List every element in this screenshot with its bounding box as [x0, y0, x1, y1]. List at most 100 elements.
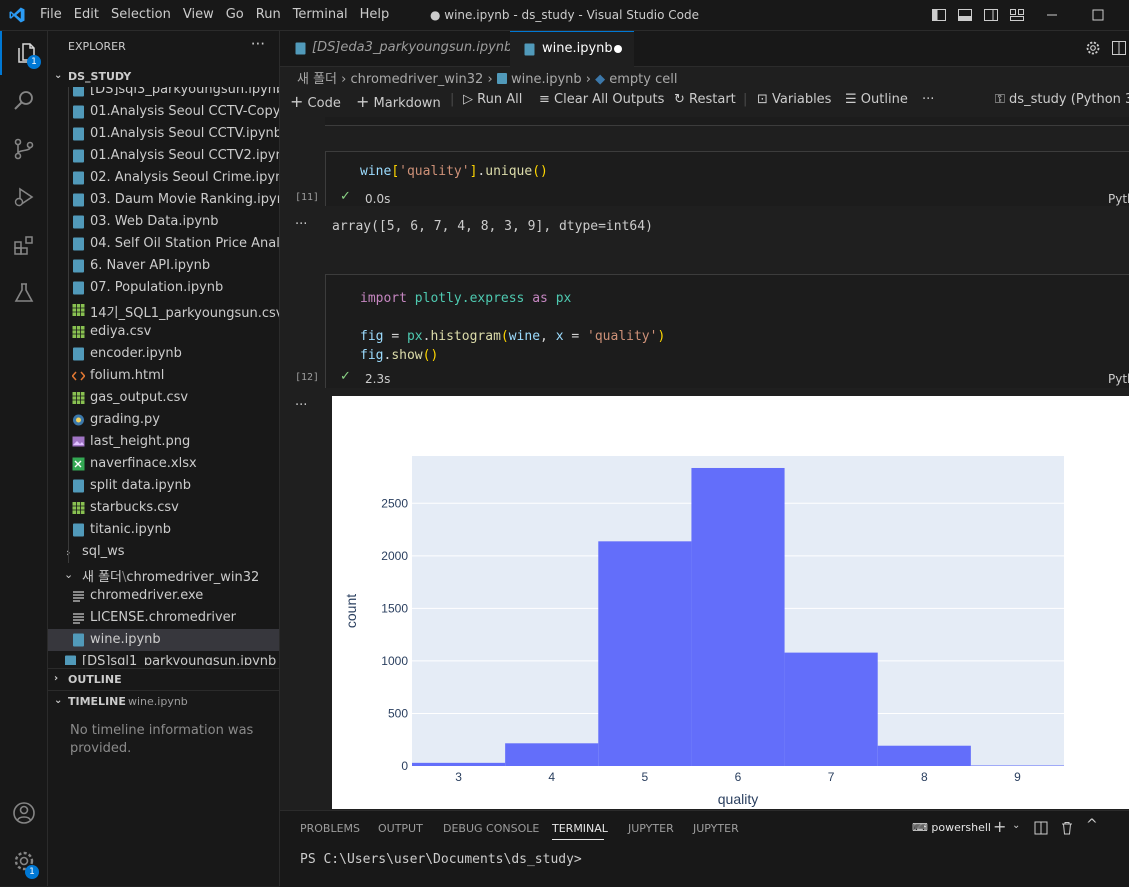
minimize-icon[interactable]	[1044, 7, 1060, 23]
source-control-activity[interactable]	[0, 127, 47, 171]
output-menu-icon[interactable]: ···	[295, 217, 307, 232]
file-item[interactable]: LICENSE.chromedriver	[48, 607, 279, 629]
maximize-panel-chevron-up-icon[interactable]: ^	[1086, 817, 1098, 833]
notebook-icon	[73, 523, 84, 537]
file-item[interactable]: 07. Population.ipynb	[48, 277, 279, 299]
toggle-secondary-sidebar-icon[interactable]	[983, 7, 999, 23]
file-item[interactable]: 01.Analysis Seoul CCTV-Copy1....	[48, 101, 279, 123]
menu-help[interactable]: Help	[354, 0, 396, 30]
testing-activity[interactable]	[0, 271, 47, 315]
menu-go[interactable]: Go	[220, 0, 250, 30]
outline-button[interactable]: ☰ Outline	[845, 92, 908, 107]
menu-terminal[interactable]: Terminal	[287, 0, 354, 30]
file-item[interactable]: split data.ipynb	[48, 475, 279, 497]
code-cell-11[interactable]: wine['quality'].unique()	[325, 151, 1129, 206]
file-item[interactable]: 04. Self Oil Station Price Analys...	[48, 233, 279, 255]
menu-selection[interactable]: Selection	[105, 0, 177, 30]
toggle-primary-sidebar-icon[interactable]	[931, 7, 947, 23]
file-item[interactable]: 03. Web Data.ipynb	[48, 211, 279, 233]
settings-gear-icon[interactable]	[1085, 40, 1101, 56]
tab-wine[interactable]: wine.ipynb	[510, 31, 634, 67]
cell-code[interactable]: wine['quality'].unique()	[360, 164, 548, 179]
menu-edit[interactable]: Edit	[68, 0, 105, 30]
split-editor-icon[interactable]	[1111, 40, 1127, 56]
breadcrumb-item[interactable]: empty cell	[609, 72, 677, 87]
file-item[interactable]: last_height.png	[48, 431, 279, 453]
breadcrumb-item[interactable]: wine.ipynb	[511, 72, 582, 87]
run-debug-activity[interactable]	[0, 175, 47, 219]
kernel-picker[interactable]: ⚿ ds_study (Python 3.8	[995, 92, 1129, 107]
restart-button[interactable]: ↻ Restart	[674, 92, 736, 107]
file-item[interactable]: titanic.ipynb	[48, 519, 279, 541]
outline-section[interactable]: › OUTLINE	[48, 668, 279, 691]
unsaved-dot-icon[interactable]	[614, 45, 622, 53]
file-item[interactable]: gas_output.csv	[48, 387, 279, 409]
histogram-bar	[877, 745, 971, 766]
file-item[interactable]: 01.Analysis Seoul CCTV2.ipynb	[48, 145, 279, 167]
file-item[interactable]: grading.py	[48, 409, 279, 431]
cell-language[interactable]: Pyth	[1108, 192, 1129, 206]
panel-tab-jupyter-2[interactable]: JUPYTER	[693, 822, 739, 835]
add-markdown-button[interactable]: + Markdown	[356, 92, 441, 111]
panel-tab-jupyter[interactable]: JUPYTER	[628, 822, 674, 835]
folder-sql-ws[interactable]: › sql_ws	[48, 541, 279, 563]
menu-run[interactable]: Run	[250, 0, 287, 30]
workspace-header[interactable]: ⌄ DS_STUDY	[48, 67, 279, 89]
accounts-activity[interactable]	[0, 791, 47, 835]
manage-activity[interactable]: 1	[0, 839, 47, 883]
plotly-histogram-output[interactable]: 0 500 1000 1500 2000 2500 3 4 5 6 7 8 9 quality count	[332, 396, 1129, 809]
file-item[interactable]: chromedriver.exe	[48, 585, 279, 607]
file-item[interactable]: 6. Naver API.ipynb	[48, 255, 279, 277]
kill-terminal-trash-icon[interactable]	[1060, 821, 1074, 835]
file-lines-icon	[73, 591, 84, 602]
panel-tab-output[interactable]: OUTPUT	[378, 822, 423, 835]
new-terminal-plus-icon[interactable]: +	[993, 817, 1006, 836]
file-item[interactable]: [DS]sql3_parkyoungsun.ipynb	[48, 87, 279, 101]
timeline-title: TIMELINE	[68, 695, 126, 708]
clear-all-outputs-button[interactable]: ≡ Clear All Outputs	[539, 92, 664, 107]
explorer-activity[interactable]: 1	[0, 31, 49, 75]
file-item[interactable]: 02. Analysis Seoul Crime.ipynb	[48, 167, 279, 189]
cell-language[interactable]: Pyth	[1108, 372, 1129, 386]
chevron-down-icon[interactable]: ⌄	[1012, 820, 1020, 831]
panel-tab-terminal[interactable]: TERMINAL	[552, 822, 608, 835]
histogram-bar	[505, 743, 599, 766]
file-item[interactable]: 14기_SQL1_parkyoungsun.csv.c...	[48, 299, 279, 321]
file-item[interactable]: starbucks.csv	[48, 497, 279, 519]
search-activity[interactable]	[0, 79, 47, 123]
output-menu-icon[interactable]: ···	[295, 398, 307, 413]
terminal-prompt[interactable]: PS C:\Users\user\Documents\ds_study>	[300, 852, 582, 867]
file-item[interactable]: encoder.ipynb	[48, 343, 279, 365]
file-item[interactable]: naverfinace.xlsx	[48, 453, 279, 475]
panel-tab-debug-console[interactable]: DEBUG CONSOLE	[443, 822, 539, 835]
more-actions-icon[interactable]: ···	[251, 35, 265, 53]
toggle-panel-icon[interactable]	[957, 7, 973, 23]
tab-eda3[interactable]: [DS]eda3_parkyoungsun.ipynb	[280, 31, 512, 66]
menu-file[interactable]: File	[34, 0, 68, 30]
breadcrumb-item[interactable]: chromedriver_win32	[351, 72, 484, 87]
panel-tab-problems[interactable]: PROBLEMS	[300, 822, 360, 835]
file-item[interactable]: [DS]sql1_parkyoungsun.ipynb	[48, 651, 279, 665]
extensions-activity[interactable]	[0, 223, 47, 267]
customize-layout-icon[interactable]	[1009, 7, 1025, 23]
maximize-icon[interactable]	[1090, 7, 1106, 23]
split-terminal-icon[interactable]	[1034, 821, 1048, 835]
file-item[interactable]: 03. Daum Movie Ranking.ipynb	[48, 189, 279, 211]
file-item[interactable]: ediya.csv	[48, 321, 279, 343]
menu-view[interactable]: View	[177, 0, 220, 30]
breadcrumb-item[interactable]: 새 폴더	[297, 72, 337, 87]
folder-new-chromedriver[interactable]: ⌄ 새 폴더\chromedriver_win32	[48, 563, 279, 585]
variables-button[interactable]: ⊡ Variables	[757, 92, 831, 107]
add-code-button[interactable]: + Code	[290, 92, 341, 111]
timeline-section[interactable]: ⌄ TIMELINE wine.ipynb	[48, 690, 279, 713]
terminal-shell-selector[interactable]: ⌨ powershell	[912, 821, 991, 834]
file-item[interactable]: folium.html	[48, 365, 279, 387]
file-item[interactable]: 01.Analysis Seoul CCTV.ipynb	[48, 123, 279, 145]
run-all-button[interactable]: ▷ Run All	[463, 92, 522, 107]
add-markdown-label: Markdown	[373, 96, 441, 111]
code-cell-12[interactable]: import plotly.express as px fig = px.his…	[325, 274, 1129, 388]
more-toolbar-button[interactable]: ···	[922, 92, 934, 107]
cell-code[interactable]: import plotly.express as px fig = px.his…	[360, 289, 665, 365]
histogram-bar	[970, 765, 1064, 766]
file-item[interactable]: wine.ipynb	[48, 629, 279, 651]
